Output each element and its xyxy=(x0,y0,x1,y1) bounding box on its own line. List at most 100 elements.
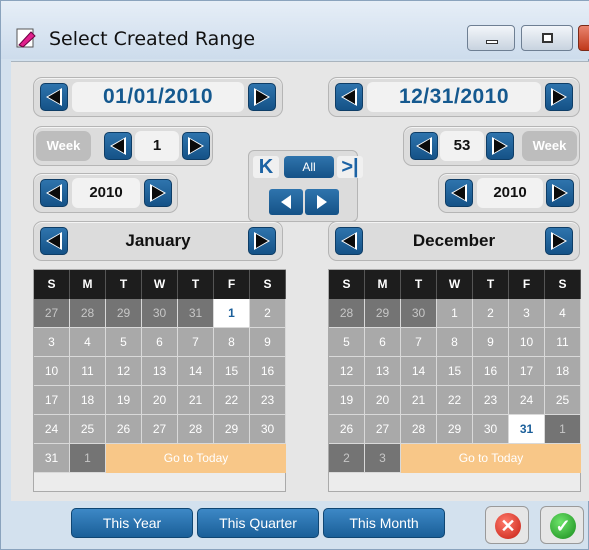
selected-day-cell[interactable]: 31 xyxy=(509,415,545,444)
day-cell[interactable]: 18 xyxy=(545,357,581,386)
maximize-button[interactable] xyxy=(521,25,573,51)
day-cell[interactable]: 5 xyxy=(329,328,365,357)
day-cell[interactable]: 22 xyxy=(214,386,250,415)
day-cell[interactable]: 21 xyxy=(401,386,437,415)
day-cell[interactable]: 19 xyxy=(329,386,365,415)
this-month-button[interactable]: This Month xyxy=(323,508,445,538)
day-cell[interactable]: 1 xyxy=(437,299,473,328)
range-prev-button[interactable] xyxy=(269,189,303,215)
day-cell[interactable]: 6 xyxy=(365,328,401,357)
day-cell[interactable]: 13 xyxy=(365,357,401,386)
start-week-prev-button[interactable] xyxy=(104,132,132,160)
day-cell[interactable]: 30 xyxy=(401,299,437,328)
go-to-today-button[interactable]: Go to Today xyxy=(106,444,286,473)
day-cell[interactable]: 3 xyxy=(34,328,70,357)
start-week-next-button[interactable] xyxy=(182,132,210,160)
close-button[interactable] xyxy=(578,25,589,51)
day-cell[interactable]: 10 xyxy=(509,328,545,357)
day-cell[interactable]: 28 xyxy=(401,415,437,444)
start-year-next-button[interactable] xyxy=(144,179,172,207)
day-cell[interactable]: 14 xyxy=(178,357,214,386)
day-cell[interactable]: 8 xyxy=(437,328,473,357)
end-date-prev-button[interactable] xyxy=(335,83,363,111)
day-cell[interactable]: 20 xyxy=(365,386,401,415)
day-cell[interactable]: 24 xyxy=(509,386,545,415)
day-cell[interactable]: 28 xyxy=(178,415,214,444)
start-year-prev-button[interactable] xyxy=(40,179,68,207)
start-week-value[interactable]: 1 xyxy=(135,131,179,161)
day-cell[interactable]: 1 xyxy=(70,444,106,473)
day-cell[interactable]: 27 xyxy=(365,415,401,444)
start-month-next-button[interactable] xyxy=(248,227,276,255)
day-cell[interactable]: 30 xyxy=(473,415,509,444)
day-cell[interactable]: 26 xyxy=(106,415,142,444)
day-cell[interactable]: 17 xyxy=(34,386,70,415)
day-cell[interactable]: 12 xyxy=(329,357,365,386)
end-month-field[interactable]: December xyxy=(367,226,541,256)
day-cell[interactable]: 23 xyxy=(473,386,509,415)
start-month-field[interactable]: January xyxy=(72,226,244,256)
day-cell[interactable]: 16 xyxy=(473,357,509,386)
day-cell[interactable]: 8 xyxy=(214,328,250,357)
end-week-value[interactable]: 53 xyxy=(440,131,484,161)
end-year-next-button[interactable] xyxy=(546,179,574,207)
day-cell[interactable]: 9 xyxy=(250,328,286,357)
start-year-value[interactable]: 2010 xyxy=(72,178,140,208)
day-cell[interactable]: 26 xyxy=(329,415,365,444)
day-cell[interactable]: 27 xyxy=(34,299,70,328)
day-cell[interactable]: 15 xyxy=(437,357,473,386)
day-cell[interactable]: 4 xyxy=(70,328,106,357)
start-month-prev-button[interactable] xyxy=(40,227,68,255)
day-cell[interactable]: 25 xyxy=(70,415,106,444)
end-year-prev-button[interactable] xyxy=(445,179,473,207)
day-cell[interactable]: 20 xyxy=(142,386,178,415)
end-month-next-button[interactable] xyxy=(545,227,573,255)
day-cell[interactable]: 23 xyxy=(250,386,286,415)
selected-day-cell[interactable]: 1 xyxy=(214,299,250,328)
day-cell[interactable]: 10 xyxy=(34,357,70,386)
day-cell[interactable]: 31 xyxy=(178,299,214,328)
day-cell[interactable]: 15 xyxy=(214,357,250,386)
day-cell[interactable]: 2 xyxy=(473,299,509,328)
start-date-next-button[interactable] xyxy=(248,83,276,111)
day-cell[interactable]: 7 xyxy=(178,328,214,357)
ok-button[interactable]: ✓ xyxy=(540,506,584,544)
this-year-button[interactable]: This Year xyxy=(71,508,193,538)
day-cell[interactable]: 17 xyxy=(509,357,545,386)
day-cell[interactable]: 27 xyxy=(142,415,178,444)
day-cell[interactable]: 28 xyxy=(70,299,106,328)
day-cell[interactable]: 19 xyxy=(106,386,142,415)
day-cell[interactable]: 31 xyxy=(34,444,70,473)
day-cell[interactable]: 4 xyxy=(545,299,581,328)
day-cell[interactable]: 6 xyxy=(142,328,178,357)
cancel-button[interactable]: ✕ xyxy=(485,506,529,544)
day-cell[interactable]: 30 xyxy=(142,299,178,328)
day-cell[interactable]: 28 xyxy=(329,299,365,328)
end-date-field[interactable]: 12/31/2010 xyxy=(367,82,541,112)
day-cell[interactable]: 30 xyxy=(250,415,286,444)
day-cell[interactable]: 29 xyxy=(437,415,473,444)
end-week-next-button[interactable] xyxy=(486,132,514,160)
end-month-prev-button[interactable] xyxy=(335,227,363,255)
day-cell[interactable]: 22 xyxy=(437,386,473,415)
day-cell[interactable]: 24 xyxy=(34,415,70,444)
day-cell[interactable]: 11 xyxy=(70,357,106,386)
day-cell[interactable]: 29 xyxy=(214,415,250,444)
day-cell[interactable]: 2 xyxy=(329,444,365,473)
end-year-value[interactable]: 2010 xyxy=(477,178,543,208)
end-week-prev-button[interactable] xyxy=(410,132,438,160)
day-cell[interactable]: 9 xyxy=(473,328,509,357)
day-cell[interactable]: 14 xyxy=(401,357,437,386)
day-cell[interactable]: 7 xyxy=(401,328,437,357)
go-to-today-button[interactable]: Go to Today xyxy=(401,444,581,473)
day-cell[interactable]: 18 xyxy=(70,386,106,415)
skip-to-last-icon[interactable]: >| xyxy=(337,156,363,178)
day-cell[interactable]: 3 xyxy=(365,444,401,473)
start-date-field[interactable]: 01/01/2010 xyxy=(72,82,244,112)
this-quarter-button[interactable]: This Quarter xyxy=(197,508,319,538)
start-date-prev-button[interactable] xyxy=(40,83,68,111)
day-cell[interactable]: 16 xyxy=(250,357,286,386)
day-cell[interactable]: 5 xyxy=(106,328,142,357)
day-cell[interactable]: 21 xyxy=(178,386,214,415)
day-cell[interactable]: 1 xyxy=(545,415,581,444)
